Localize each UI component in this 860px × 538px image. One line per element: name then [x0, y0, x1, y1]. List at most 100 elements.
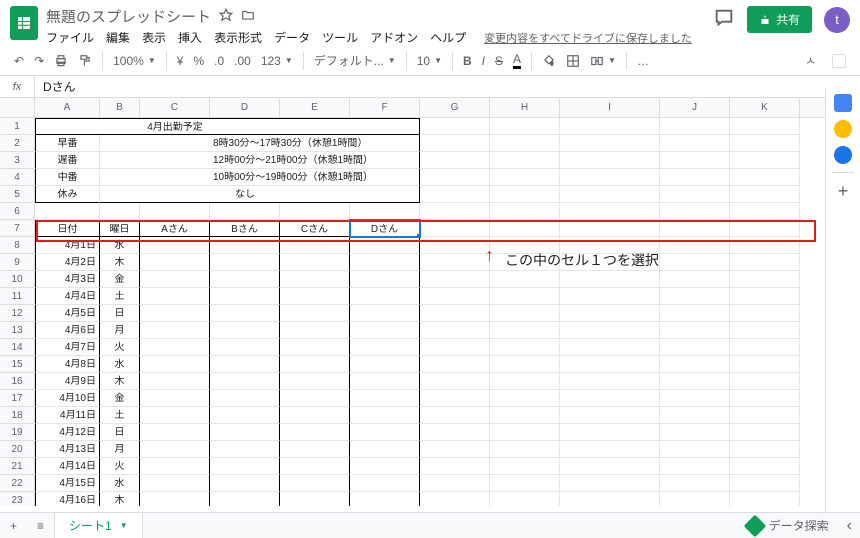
- menu-edit[interactable]: 編集: [106, 29, 130, 46]
- cell-E7[interactable]: Cさん: [280, 220, 350, 237]
- cell-K21[interactable]: [730, 458, 800, 475]
- cell-F8[interactable]: [350, 237, 420, 254]
- cell-J4[interactable]: [660, 169, 730, 186]
- col-header-D[interactable]: D: [210, 98, 280, 117]
- row-header[interactable]: 19: [0, 424, 35, 441]
- cell-D16[interactable]: [210, 373, 280, 390]
- cell-C21[interactable]: [140, 458, 210, 475]
- row-header[interactable]: 5: [0, 186, 35, 203]
- menu-addons[interactable]: アドオン: [370, 29, 418, 46]
- cell-B7[interactable]: 曜日: [100, 220, 140, 237]
- cell-H9[interactable]: [490, 254, 560, 271]
- cell-B9[interactable]: 木: [100, 254, 140, 271]
- cell-A14[interactable]: 4月7日: [35, 339, 100, 356]
- cell-F14[interactable]: [350, 339, 420, 356]
- cell-B17[interactable]: 金: [100, 390, 140, 407]
- cell-E8[interactable]: [280, 237, 350, 254]
- cell-A15[interactable]: 4月8日: [35, 356, 100, 373]
- cell-A3[interactable]: 遅番: [35, 152, 100, 169]
- row-header[interactable]: 11: [0, 288, 35, 305]
- cell-F18[interactable]: [350, 407, 420, 424]
- menu-format[interactable]: 表示形式: [214, 29, 262, 46]
- cell-C17[interactable]: [140, 390, 210, 407]
- col-header-K[interactable]: K: [730, 98, 800, 117]
- sheet-tab-menu-icon[interactable]: ▼: [120, 521, 128, 530]
- cell-J18[interactable]: [660, 407, 730, 424]
- cell-G21[interactable]: [420, 458, 490, 475]
- cell-K19[interactable]: [730, 424, 800, 441]
- cell-H19[interactable]: [490, 424, 560, 441]
- cell-D10[interactable]: [210, 271, 280, 288]
- cell-H4[interactable]: [490, 169, 560, 186]
- cell-C5[interactable]: [140, 186, 210, 203]
- row-header[interactable]: 18: [0, 407, 35, 424]
- cell-A5[interactable]: 休み: [35, 186, 100, 203]
- col-header-I[interactable]: I: [560, 98, 660, 117]
- bold-button[interactable]: B: [459, 51, 476, 71]
- menu-file[interactable]: ファイル: [46, 29, 94, 46]
- row-header[interactable]: 13: [0, 322, 35, 339]
- cell-D20[interactable]: [210, 441, 280, 458]
- cell-H22[interactable]: [490, 475, 560, 492]
- cell-C14[interactable]: [140, 339, 210, 356]
- font-select[interactable]: デフォルト...▼: [310, 50, 400, 71]
- cell-H8[interactable]: [490, 237, 560, 254]
- cell-G1[interactable]: [420, 118, 490, 135]
- cell-D14[interactable]: [210, 339, 280, 356]
- cell-A10[interactable]: 4月3日: [35, 271, 100, 288]
- cell-A23[interactable]: 4月16日: [35, 492, 100, 506]
- cell-B21[interactable]: 火: [100, 458, 140, 475]
- decrease-decimal-button[interactable]: .0: [210, 51, 228, 71]
- row-header[interactable]: 1: [0, 118, 35, 135]
- cell-G11[interactable]: [420, 288, 490, 305]
- cell-C18[interactable]: [140, 407, 210, 424]
- sheet-tab-1[interactable]: シート1 ▼: [54, 513, 143, 538]
- cell-H20[interactable]: [490, 441, 560, 458]
- cell-B11[interactable]: 土: [100, 288, 140, 305]
- cell-I22[interactable]: [560, 475, 660, 492]
- cell-E22[interactable]: [280, 475, 350, 492]
- toolbar-collapse-icon[interactable]: ㅅ: [801, 49, 820, 72]
- cell-J10[interactable]: [660, 271, 730, 288]
- cell-G8[interactable]: [420, 237, 490, 254]
- cell-A22[interactable]: 4月15日: [35, 475, 100, 492]
- cell-I5[interactable]: [560, 186, 660, 203]
- cell-J13[interactable]: [660, 322, 730, 339]
- cell-D18[interactable]: [210, 407, 280, 424]
- cell-A19[interactable]: 4月12日: [35, 424, 100, 441]
- col-header-B[interactable]: B: [100, 98, 140, 117]
- move-folder-icon[interactable]: [241, 8, 255, 25]
- undo-icon[interactable]: ↶: [10, 51, 28, 71]
- col-header-E[interactable]: E: [280, 98, 350, 117]
- cell-C4[interactable]: [140, 169, 210, 186]
- row-header[interactable]: 4: [0, 169, 35, 186]
- cell-D5[interactable]: なし: [210, 186, 280, 203]
- cell-E15[interactable]: [280, 356, 350, 373]
- cell-D13[interactable]: [210, 322, 280, 339]
- currency-button[interactable]: ¥: [173, 51, 188, 71]
- cell-A11[interactable]: 4月4日: [35, 288, 100, 305]
- cell-C10[interactable]: [140, 271, 210, 288]
- col-header-H[interactable]: H: [490, 98, 560, 117]
- cell-I7[interactable]: [560, 220, 660, 237]
- cell-H23[interactable]: [490, 492, 560, 506]
- row-header[interactable]: 9: [0, 254, 35, 271]
- cell-D12[interactable]: [210, 305, 280, 322]
- cell-D2[interactable]: 8時30分～17時30分（休憩1時間）: [210, 135, 280, 152]
- cell-F5[interactable]: [350, 186, 420, 203]
- cell-E13[interactable]: [280, 322, 350, 339]
- cell-D7[interactable]: Bさん: [210, 220, 280, 237]
- doc-title[interactable]: 無題のスプレッドシート: [46, 6, 211, 27]
- cell-K23[interactable]: [730, 492, 800, 506]
- cell-I20[interactable]: [560, 441, 660, 458]
- formula-input[interactable]: Dさん: [35, 78, 860, 95]
- cell-F15[interactable]: [350, 356, 420, 373]
- cell-K6[interactable]: [730, 203, 800, 220]
- cell-K11[interactable]: [730, 288, 800, 305]
- add-sheet-button[interactable]: +: [0, 513, 27, 538]
- cell-H6[interactable]: [490, 203, 560, 220]
- cell-I19[interactable]: [560, 424, 660, 441]
- row-header[interactable]: 23: [0, 492, 35, 506]
- cell-F4[interactable]: [350, 169, 420, 186]
- cell-J12[interactable]: [660, 305, 730, 322]
